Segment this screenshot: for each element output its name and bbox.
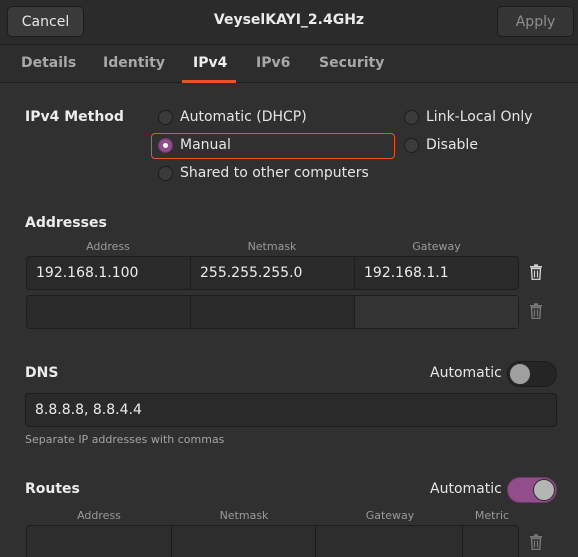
dns-hint: Separate IP addresses with commas — [25, 433, 225, 446]
route-netmask-field[interactable] — [172, 526, 316, 557]
radio-shared[interactable]: Shared to other computers — [158, 165, 369, 181]
radio-manual[interactable]: Manual — [158, 137, 231, 153]
column-header-gateway: Gateway — [365, 509, 415, 522]
addresses-title: Addresses — [25, 215, 107, 231]
active-tab-indicator — [182, 80, 236, 83]
address-field[interactable] — [27, 296, 191, 328]
delete-address-icon[interactable] — [529, 264, 543, 280]
radio-disable[interactable]: Disable — [404, 137, 478, 153]
tab-ipv4[interactable]: IPv4 — [193, 55, 227, 71]
column-header-gateway: Gateway — [412, 240, 461, 253]
tab-ipv6[interactable]: IPv6 — [256, 55, 290, 71]
tab-identity[interactable]: Identity — [103, 55, 165, 71]
netmask-field[interactable] — [191, 296, 355, 328]
gateway-field[interactable]: 192.168.1.1 — [355, 257, 518, 289]
dns-title: DNS — [25, 365, 59, 381]
route-row — [26, 525, 519, 557]
radio-link-local[interactable]: Link-Local Only — [404, 109, 533, 125]
tab-bar: Details Identity IPv4 IPv6 Security — [0, 45, 578, 83]
radio-label: Manual — [180, 137, 231, 153]
gateway-field[interactable] — [355, 296, 518, 328]
delete-address-icon[interactable] — [529, 303, 543, 319]
address-row: 192.168.1.100 255.255.255.0 192.168.1.1 — [26, 256, 519, 290]
address-row-empty — [26, 295, 519, 329]
radio-indicator[interactable] — [404, 109, 419, 125]
radio-label: Automatic (DHCP) — [180, 109, 307, 125]
tab-security[interactable]: Security — [319, 55, 384, 71]
column-header-netmask: Netmask — [247, 240, 297, 253]
netmask-field[interactable]: 255.255.255.0 — [191, 257, 355, 289]
radio-indicator[interactable] — [158, 165, 173, 181]
radio-label: Disable — [426, 137, 478, 153]
tab-details[interactable]: Details — [21, 55, 76, 71]
radio-automatic-dhcp[interactable]: Automatic (DHCP) — [158, 109, 307, 125]
column-header-address: Address — [77, 509, 121, 522]
switch-knob — [509, 363, 531, 385]
route-metric-field[interactable] — [463, 526, 518, 557]
routes-automatic-switch[interactable] — [507, 477, 557, 503]
radio-indicator[interactable] — [404, 137, 419, 153]
radio-indicator[interactable] — [158, 109, 173, 125]
dns-servers-input[interactable]: 8.8.8.8, 8.8.4.4 — [25, 393, 557, 427]
apply-button[interactable]: Apply — [497, 6, 574, 37]
route-gateway-field[interactable] — [316, 526, 464, 557]
dns-automatic-label: Automatic — [430, 365, 502, 381]
routes-automatic-label: Automatic — [430, 481, 502, 497]
routes-title: Routes — [25, 481, 80, 497]
column-header-address: Address — [86, 240, 130, 253]
radio-indicator-selected[interactable] — [158, 137, 173, 153]
address-field[interactable]: 192.168.1.100 — [27, 257, 191, 289]
radio-label: Link-Local Only — [426, 109, 533, 125]
ipv4-method-label: IPv4 Method — [25, 109, 124, 125]
column-header-metric: Metric — [474, 509, 510, 522]
delete-route-icon[interactable] — [529, 534, 543, 550]
radio-label: Shared to other computers — [180, 165, 369, 181]
route-address-field[interactable] — [27, 526, 173, 557]
column-header-netmask: Netmask — [219, 509, 269, 522]
dns-automatic-switch[interactable] — [507, 361, 557, 387]
switch-knob — [533, 479, 555, 501]
dialog-title: VeyselKAYI_2.4GHz — [213, 12, 365, 28]
header-bar: Cancel VeyselKAYI_2.4GHz Apply — [0, 0, 578, 45]
